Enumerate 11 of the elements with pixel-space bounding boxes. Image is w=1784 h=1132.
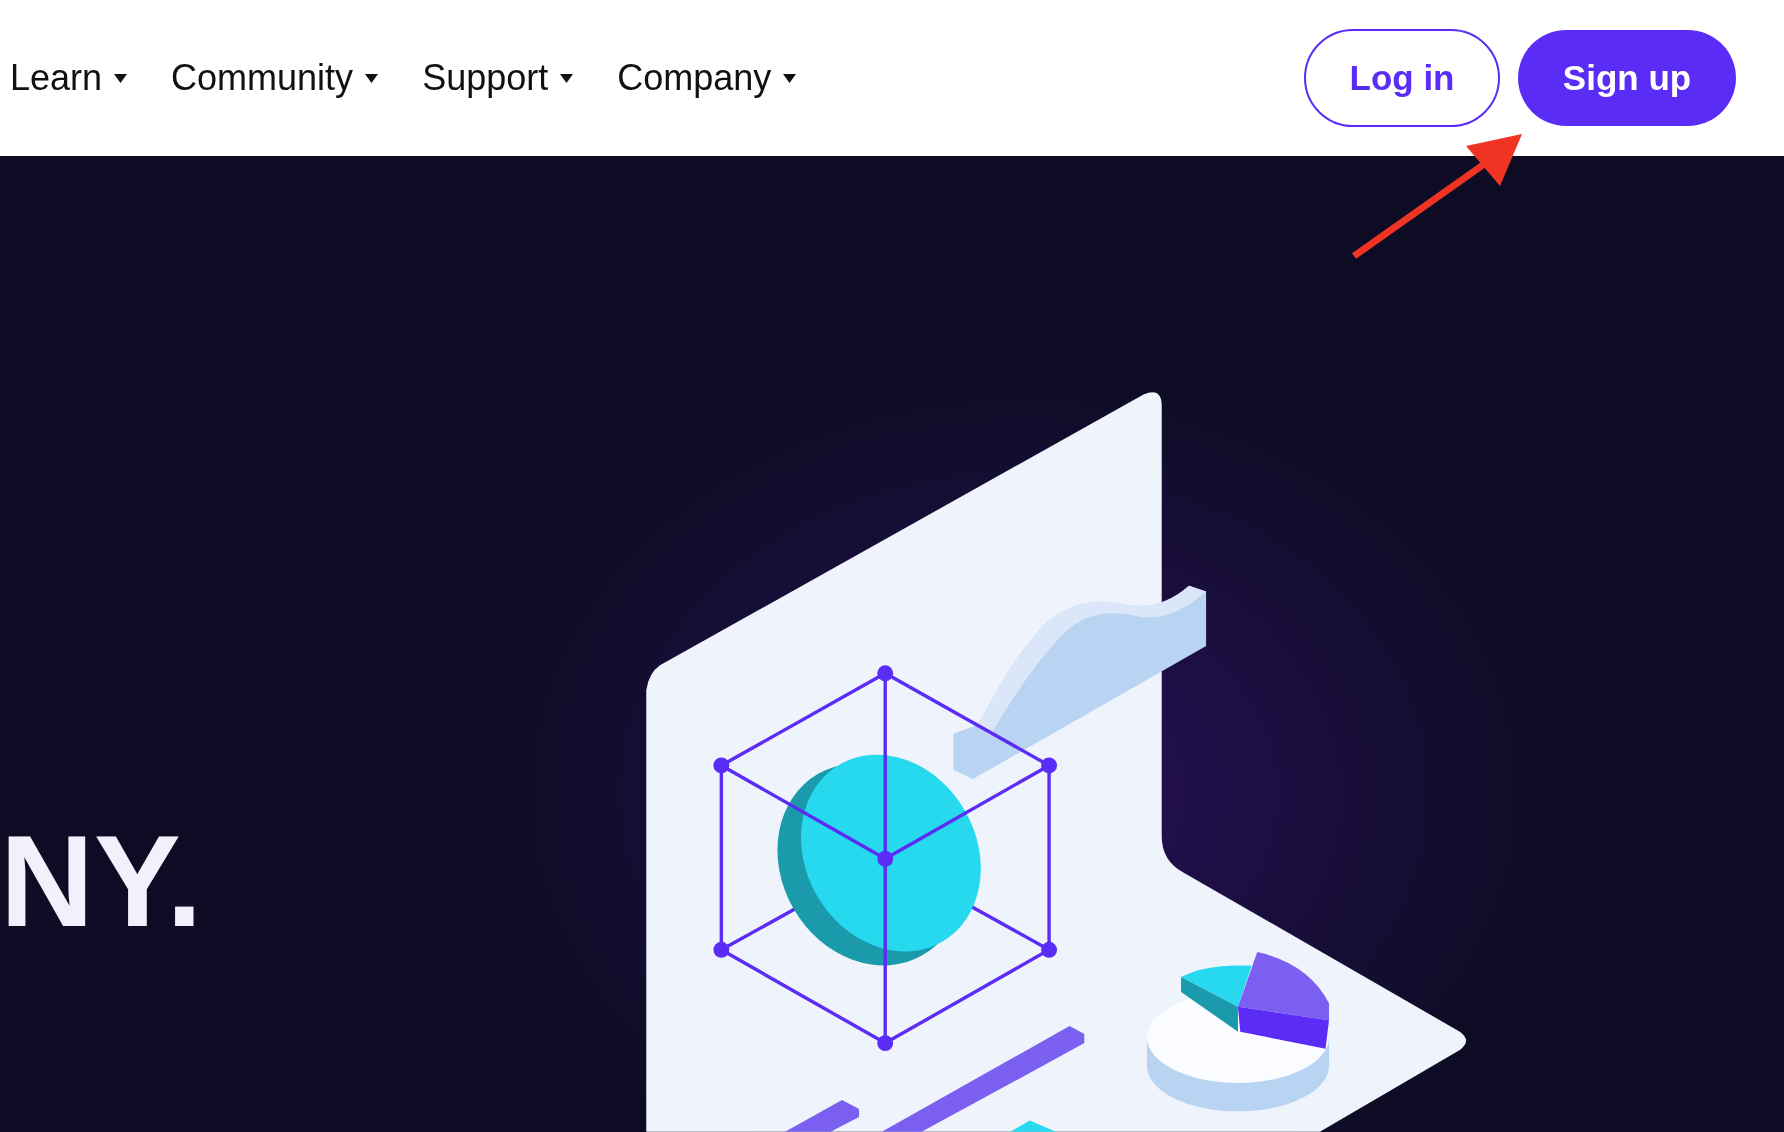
nav-menu-link[interactable]: Company [617,57,797,99]
nav-menu-link[interactable]: Support [422,57,574,99]
hero-heading: NY. [0,807,203,946]
caret-icon [114,73,128,83]
sign-up-button[interactable]: Sign up [1518,30,1736,126]
caret-icon [365,73,379,83]
nav-menu-link[interactable]: Community [171,57,379,99]
caret-icon [560,73,574,83]
caret-icon [783,73,797,83]
log-in-button[interactable]: Log in [1304,29,1500,127]
nav-menu-link[interactable]: Learn [10,57,128,99]
